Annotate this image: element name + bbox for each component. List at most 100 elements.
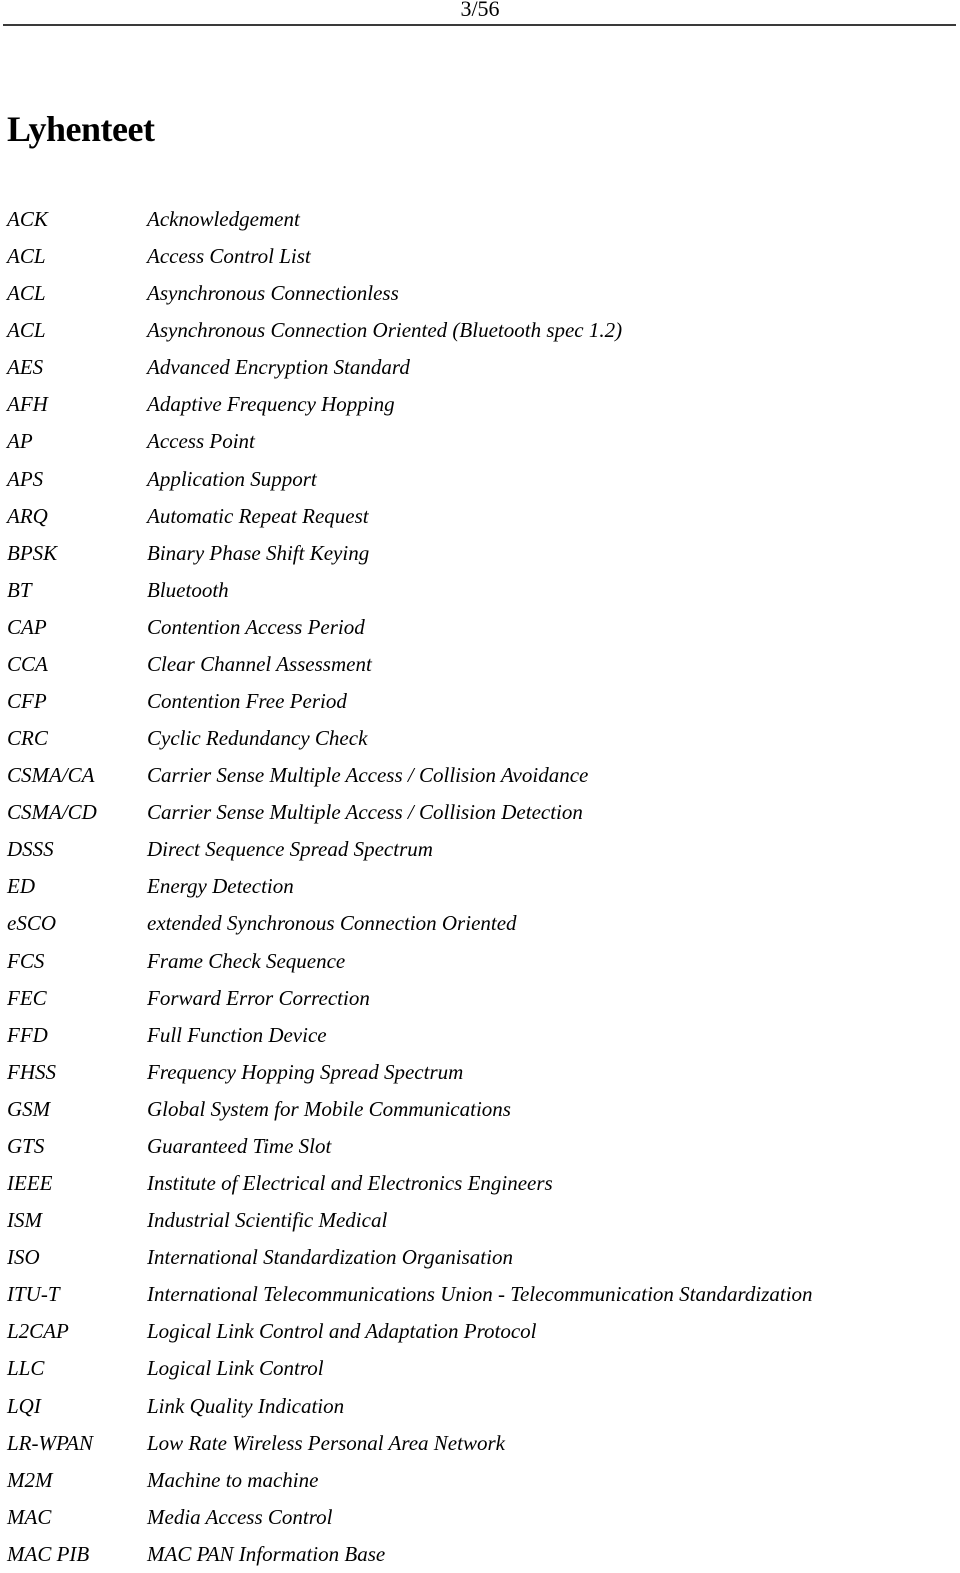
abbreviation-definition: Adaptive Frequency Hopping — [147, 392, 395, 417]
abbreviation-row: FEC Forward Error Correction — [0, 980, 960, 1017]
abbreviation-definition: Industrial Scientific Medical — [147, 1208, 388, 1233]
abbreviation-row: LLC Logical Link Control — [0, 1350, 960, 1387]
abbreviation-row: CCA Clear Channel Assessment — [0, 646, 960, 683]
abbreviation-row: AFH Adaptive Frequency Hopping — [0, 386, 960, 423]
abbreviation-definition: Logical Link Control — [147, 1356, 324, 1381]
abbreviation-row: BT Bluetooth — [0, 572, 960, 609]
abbreviation-row: ISM Industrial Scientific Medical — [0, 1202, 960, 1239]
abbreviation-term: AP — [7, 429, 33, 454]
abbreviation-term: AES — [7, 355, 44, 380]
abbreviation-term: ISO — [7, 1245, 40, 1270]
abbreviation-term: LR-WPAN — [7, 1430, 93, 1455]
abbreviation-term: APS — [7, 466, 44, 491]
abbreviation-definition: Cyclic Redundancy Check — [147, 726, 368, 751]
abbreviation-row: GTS Guaranteed Time Slot — [0, 1128, 960, 1165]
abbreviation-definition: Carrier Sense Multiple Access / Collisio… — [147, 763, 589, 788]
abbreviation-definition: International Telecommunications Union -… — [147, 1282, 813, 1307]
abbreviation-row: GSM Global System for Mobile Communicatio… — [0, 1091, 960, 1128]
abbreviation-definition: Acknowledgement — [147, 207, 300, 231]
abbreviation-term: FHSS — [7, 1059, 56, 1084]
abbreviation-row: ARQ Automatic Repeat Request — [0, 498, 960, 535]
abbreviation-definition: Access Control List — [147, 244, 311, 269]
abbreviation-definition: Contention Access Period — [147, 614, 365, 639]
abbreviation-row: APS Application Support — [0, 461, 960, 498]
abbreviation-row: ITU-T International Telecommunications Un… — [0, 1276, 960, 1313]
abbreviation-term: LQI — [7, 1393, 41, 1418]
abbreviation-term: ACL — [7, 281, 46, 306]
abbreviation-term: ISM — [7, 1208, 42, 1233]
abbreviation-term: CAP — [7, 614, 47, 639]
abbreviation-term: BT — [7, 577, 32, 602]
abbreviation-term: eSCO — [7, 911, 56, 936]
abbreviation-term: GTS — [7, 1133, 45, 1158]
abbreviation-row: BPSK Binary Phase Shift Keying — [0, 535, 960, 572]
abbreviation-term: IEEE — [7, 1171, 53, 1196]
abbreviation-row: M2M Machine to machine — [0, 1462, 960, 1499]
abbreviation-term: M2M — [7, 1467, 53, 1492]
abbreviation-definition: Application Support — [147, 466, 317, 491]
abbreviation-term: FEC — [7, 985, 47, 1010]
abbreviation-definition: Clear Channel Assessment — [147, 651, 372, 676]
abbreviation-definition: Asynchronous Connection Oriented (Blueto… — [147, 318, 623, 343]
abbreviation-row: CSMA/CD Carrier Sense Multiple Access / C… — [0, 794, 960, 831]
abbreviation-row: CAP Contention Access Period — [0, 609, 960, 646]
abbreviation-definition: Bluetooth — [147, 577, 229, 602]
abbreviation-definition: Full Function Device — [147, 1022, 327, 1047]
abbreviation-term: CSMA/CA — [7, 763, 95, 788]
abbreviation-definition: Contention Free Period — [147, 689, 347, 714]
abbreviation-row: CRC Cyclic Redundancy Check — [0, 720, 960, 757]
abbreviation-row: AP Access Point — [0, 423, 960, 460]
abbreviation-definition: Carrier Sense Multiple Access / Collisio… — [147, 800, 583, 825]
abbreviation-definition: International Standardization Organisati… — [147, 1245, 513, 1270]
abbreviation-row: ACL Asynchronous Connectionless — [0, 275, 960, 312]
abbreviation-definition: Energy Detection — [147, 874, 294, 899]
abbreviation-row: ACL Asynchronous Connection Oriented (Blu… — [0, 312, 960, 349]
abbreviation-row: LQI Link Quality Indication — [0, 1388, 960, 1425]
abbreviation-term: CRC — [7, 726, 48, 751]
abbreviation-row: AES Advanced Encryption Standard — [0, 349, 960, 386]
abbreviation-term: ITU-T — [7, 1282, 60, 1307]
abbreviation-term: MAC PIB — [7, 1541, 90, 1566]
abbreviation-definition: Media Access Control — [147, 1504, 333, 1529]
abbreviation-term: ACL — [7, 318, 46, 343]
abbreviation-row: FFD Full Function Device — [0, 1017, 960, 1054]
abbreviation-row: ED Energy Detection — [0, 868, 960, 905]
abbreviation-definition: Institute of Electrical and Electronics … — [147, 1171, 553, 1196]
abbreviation-row: ACK Acknowledgement — [0, 201, 960, 238]
abbreviation-row: FHSS Frequency Hopping Spread Spectrum — [0, 1054, 960, 1091]
abbreviation-row: CSMA/CA Carrier Sense Multiple Access / C… — [0, 757, 960, 794]
abbreviation-definition: Access Point — [147, 429, 255, 454]
abbreviation-definition: Binary Phase Shift Keying — [147, 540, 370, 565]
abbreviation-definition: Global System for Mobile Communications — [147, 1096, 511, 1121]
abbreviation-definition: Forward Error Correction — [147, 985, 370, 1010]
abbreviation-term: GSM — [7, 1096, 51, 1121]
abbreviation-row: IEEE Institute of Electrical and Electron… — [0, 1165, 960, 1202]
abbreviation-term: ED — [7, 874, 35, 899]
abbreviation-definition: Machine to machine — [147, 1467, 319, 1492]
abbreviation-definition: Link Quality Indication — [147, 1393, 345, 1418]
abbreviation-term: ACK — [7, 207, 48, 231]
abbreviation-list: ACK Acknowledgement ACL Access Control List… — [0, 201, 960, 1573]
abbreviation-row: MAC Media Access Control — [0, 1499, 960, 1536]
abbreviation-term: CFP — [7, 689, 47, 714]
abbreviation-definition: Direct Sequence Spread Spectrum — [147, 837, 433, 862]
abbreviation-row: ISO International Standardization Organis… — [0, 1239, 960, 1276]
abbreviation-definition: Advanced Encryption Standard — [147, 355, 410, 380]
abbreviation-term: L2CAP — [7, 1319, 69, 1344]
abbreviation-term: DSSS — [7, 837, 54, 862]
abbreviation-term: CSMA/CD — [7, 800, 97, 825]
abbreviation-term: LLC — [7, 1356, 45, 1381]
abbreviation-definition: Low Rate Wireless Personal Area Network — [147, 1430, 505, 1455]
page-number: 3/56 — [460, 0, 500, 21]
abbreviation-row: DSSS Direct Sequence Spread Spectrum — [0, 831, 960, 868]
abbreviation-definition: Guaranteed Time Slot — [147, 1133, 332, 1158]
abbreviation-row: FCS Frame Check Sequence — [0, 943, 960, 980]
abbreviation-row: ACL Access Control List — [0, 238, 960, 275]
abbreviation-term: AFH — [7, 392, 48, 417]
abbreviation-row: eSCO extended Synchronous Connection Orie… — [0, 905, 960, 942]
abbreviation-row: LR-WPAN Low Rate Wireless Personal Area N… — [0, 1425, 960, 1462]
abbreviation-term: FFD — [7, 1022, 48, 1047]
abbreviation-term: MAC — [7, 1504, 52, 1529]
page-header: 3/56 — [0, 0, 960, 26]
page-title: Lyhenteet — [7, 109, 155, 149]
